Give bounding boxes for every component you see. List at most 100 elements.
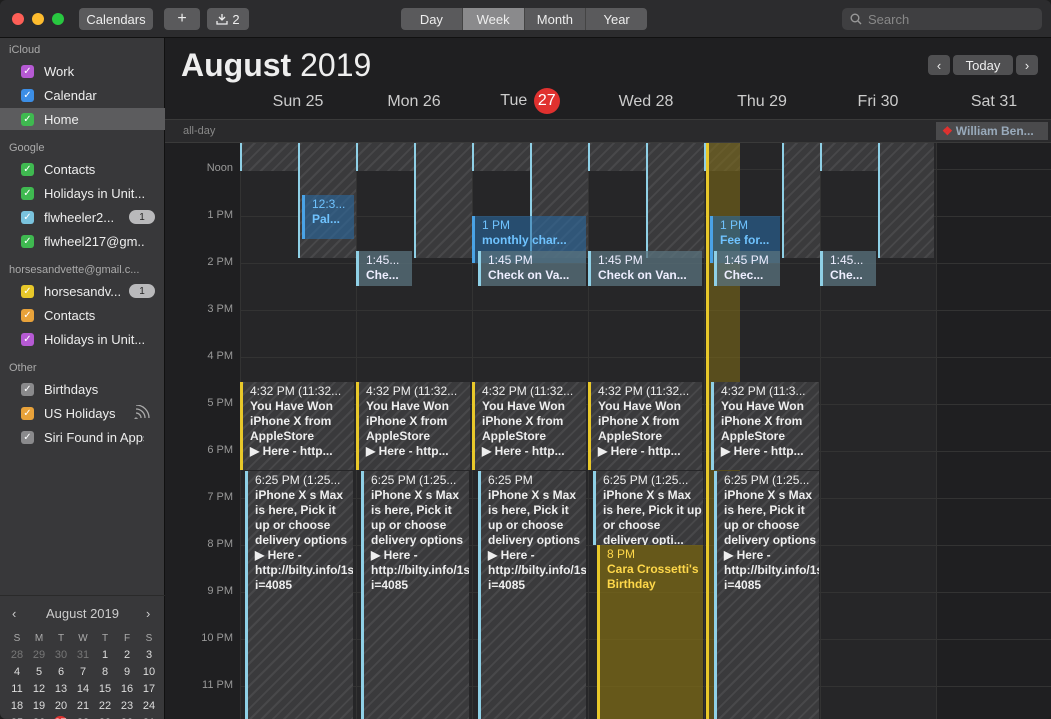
- checkbox-icon[interactable]: ✓: [21, 64, 34, 78]
- calendar-item-horses-2[interactable]: ✓ Holidays in Unit...: [0, 328, 165, 350]
- checkbox-icon[interactable]: ✓: [21, 186, 34, 200]
- event-sun-pal[interactable]: 12:3... Pal...: [302, 195, 354, 239]
- calendar-item-icloud-2[interactable]: ✓ Home: [0, 108, 165, 130]
- previous-week-button[interactable]: ‹: [928, 55, 950, 75]
- busy-block[interactable]: [472, 143, 530, 171]
- event-iphone-xs-max[interactable]: 6:25 PM (1:25... iPhone X s Max is here, …: [361, 471, 469, 719]
- mini-calendar-day[interactable]: 28: [6, 648, 28, 663]
- zoom-window-button[interactable]: [52, 13, 64, 25]
- event-fri-check[interactable]: 1:45... Che...: [820, 251, 876, 286]
- mini-calendar-day[interactable]: 29: [28, 648, 50, 663]
- mini-calendar-day[interactable]: 4: [6, 665, 28, 680]
- checkbox-icon[interactable]: ✓: [21, 382, 34, 396]
- calendar-item-other-2[interactable]: ✓ Siri Found in Apps: [0, 426, 165, 448]
- checkbox-icon[interactable]: ✓: [21, 162, 34, 176]
- mini-next-month-icon[interactable]: ›: [146, 606, 150, 621]
- mini-calendar-day[interactable]: 14: [72, 682, 94, 697]
- mini-calendar-day[interactable]: 30: [50, 648, 72, 663]
- mini-calendar-day[interactable]: 9: [116, 665, 138, 680]
- day-header-thu[interactable]: Thu 29: [704, 93, 820, 111]
- calendar-item-icloud-1[interactable]: ✓ Calendar: [0, 84, 165, 106]
- day-header-fri[interactable]: Fri 30: [820, 93, 936, 111]
- busy-block[interactable]: [588, 143, 646, 171]
- mini-calendar-day[interactable]: 7: [72, 665, 94, 680]
- event-spam-iphone-won[interactable]: 4:32 PM (11:32... You Have Won iPhone X f…: [588, 382, 702, 470]
- checkbox-icon[interactable]: ✓: [21, 112, 34, 126]
- event-spam-iphone-won[interactable]: 4:32 PM (11:32... You Have Won iPhone X f…: [472, 382, 586, 470]
- mini-calendar-day[interactable]: 8: [94, 665, 116, 680]
- mini-calendar-day[interactable]: 1: [94, 648, 116, 663]
- event-iphone-xs-max[interactable]: 6:25 PM (1:25... iPhone X s Max is here, …: [245, 471, 353, 719]
- event-thu-check[interactable]: 1:45 PM Chec...: [714, 251, 780, 286]
- calendar-item-google-1[interactable]: ✓ Holidays in Unit...: [0, 182, 165, 204]
- mini-calendar-day[interactable]: 22: [94, 699, 116, 714]
- busy-block[interactable]: [414, 143, 472, 258]
- mini-calendar-day[interactable]: 16: [116, 682, 138, 697]
- busy-block[interactable]: [782, 143, 820, 258]
- day-header-mon[interactable]: Mon 26: [356, 93, 472, 111]
- mini-calendar-day[interactable]: 19: [28, 699, 50, 714]
- day-header-sun[interactable]: Sun 25: [240, 93, 356, 111]
- minimize-window-button[interactable]: [32, 13, 44, 25]
- event-mon-check[interactable]: 1:45... Che...: [356, 251, 412, 286]
- view-year-button[interactable]: Year: [586, 8, 647, 30]
- event-iphone-xs-max[interactable]: 6:25 PM (1:25... iPhone X s Max is here, …: [593, 471, 703, 545]
- mini-calendar-day[interactable]: 6: [50, 665, 72, 680]
- checkbox-icon[interactable]: ✓: [21, 234, 34, 248]
- mini-calendar-day[interactable]: 17: [138, 682, 160, 697]
- busy-block[interactable]: [878, 143, 934, 258]
- mini-calendar-day[interactable]: 24: [138, 699, 160, 714]
- event-birthday[interactable]: 8 PM Cara Crossetti's Birthday: [597, 545, 703, 719]
- mini-calendar-day[interactable]: 2: [116, 648, 138, 663]
- event-spam-iphone-won[interactable]: 4:32 PM (11:3... You Have Won iPhone X fr…: [711, 382, 819, 470]
- event-spam-iphone-won[interactable]: 4:32 PM (11:32... You Have Won iPhone X f…: [240, 382, 354, 470]
- checkbox-icon[interactable]: ✓: [21, 88, 34, 102]
- mini-calendar-day[interactable]: 13: [50, 682, 72, 697]
- calendar-item-icloud-0[interactable]: ✓ Work: [0, 60, 165, 82]
- event-spam-iphone-won[interactable]: 4:32 PM (11:32... You Have Won iPhone X f…: [356, 382, 470, 470]
- calendar-item-google-2[interactable]: ✓ flwheeler2... 1: [0, 206, 165, 228]
- calendar-item-other-0[interactable]: ✓ Birthdays: [0, 378, 165, 400]
- view-week-button[interactable]: Week: [462, 8, 525, 30]
- view-day-button[interactable]: Day: [401, 8, 463, 30]
- checkbox-icon[interactable]: ✓: [21, 210, 34, 224]
- all-day-event[interactable]: ❖ William Ben...: [936, 122, 1048, 140]
- calendar-item-google-0[interactable]: ✓ Contacts: [0, 158, 165, 180]
- calendar-item-horses-1[interactable]: ✓ Contacts: [0, 304, 165, 326]
- checkbox-icon[interactable]: ✓: [21, 332, 34, 346]
- calendar-item-google-3[interactable]: ✓ flwheel217@gm...: [0, 230, 165, 252]
- view-month-button[interactable]: Month: [525, 8, 587, 30]
- checkbox-icon[interactable]: ✓: [21, 284, 34, 298]
- mini-calendar-day[interactable]: 18: [6, 699, 28, 714]
- mini-calendar-day[interactable]: 15: [94, 682, 116, 697]
- mini-calendar-day[interactable]: 21: [72, 699, 94, 714]
- calendar-item-horses-0[interactable]: ✓ horsesandv... 1: [0, 280, 165, 302]
- inbox-button[interactable]: 2: [207, 8, 249, 30]
- add-event-button[interactable]: +: [164, 8, 200, 30]
- checkbox-icon[interactable]: ✓: [21, 406, 34, 420]
- mini-calendar-day[interactable]: 31: [72, 648, 94, 663]
- day-header-wed[interactable]: Wed 28: [588, 93, 704, 111]
- calendar-item-other-1[interactable]: ✓ US Holidays: [0, 402, 165, 424]
- close-window-button[interactable]: [12, 13, 24, 25]
- mini-calendar-day[interactable]: 3: [138, 648, 160, 663]
- mini-calendar-day[interactable]: 5: [28, 665, 50, 680]
- calendars-button[interactable]: Calendars: [79, 8, 153, 30]
- busy-block[interactable]: [820, 143, 878, 171]
- mini-calendar-day[interactable]: 23: [116, 699, 138, 714]
- event-tue-check[interactable]: 1:45 PM Check on Va...: [478, 251, 586, 286]
- event-iphone-xs-max[interactable]: 6:25 PM (1:25... iPhone X s Max is here, …: [714, 471, 819, 719]
- mini-calendar-day[interactable]: 11: [6, 682, 28, 697]
- busy-block[interactable]: [356, 143, 414, 171]
- time-grid[interactable]: Noon 1 PM 2 PM 3 PM 4 PM 5 PM 6 PM 7 PM 8 PM 9 PM…: [165, 143, 1051, 719]
- busy-block[interactable]: [240, 143, 300, 171]
- event-wed-check[interactable]: 1:45 PM Check on Van...: [588, 251, 702, 286]
- today-button[interactable]: Today: [953, 55, 1013, 75]
- search-input[interactable]: Search: [842, 8, 1042, 30]
- mini-calendar-day[interactable]: 20: [50, 699, 72, 714]
- mini-calendar-day[interactable]: 10: [138, 665, 160, 680]
- next-week-button[interactable]: ›: [1016, 55, 1038, 75]
- busy-block[interactable]: [646, 143, 704, 258]
- event-iphone-xs-max[interactable]: 6:25 PM iPhone X s Max is here, Pick it u…: [478, 471, 586, 719]
- checkbox-icon[interactable]: ✓: [21, 430, 34, 444]
